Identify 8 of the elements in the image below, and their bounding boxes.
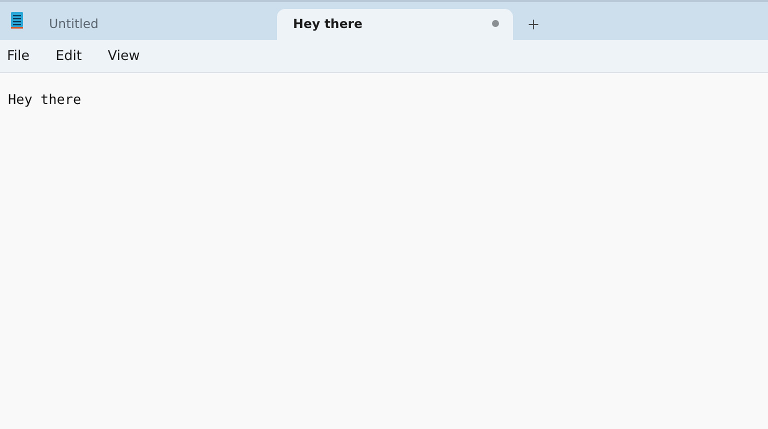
tab[interactable]: Untitled [33, 9, 277, 40]
plus-icon [526, 17, 540, 32]
menu-item[interactable]: Edit [56, 48, 106, 64]
notepad-icon [10, 11, 24, 29]
editor-text: Hey there [8, 92, 82, 108]
tab[interactable]: Hey there [277, 9, 513, 40]
menu-item[interactable]: View [108, 48, 164, 64]
menu-item[interactable]: File [7, 48, 54, 64]
